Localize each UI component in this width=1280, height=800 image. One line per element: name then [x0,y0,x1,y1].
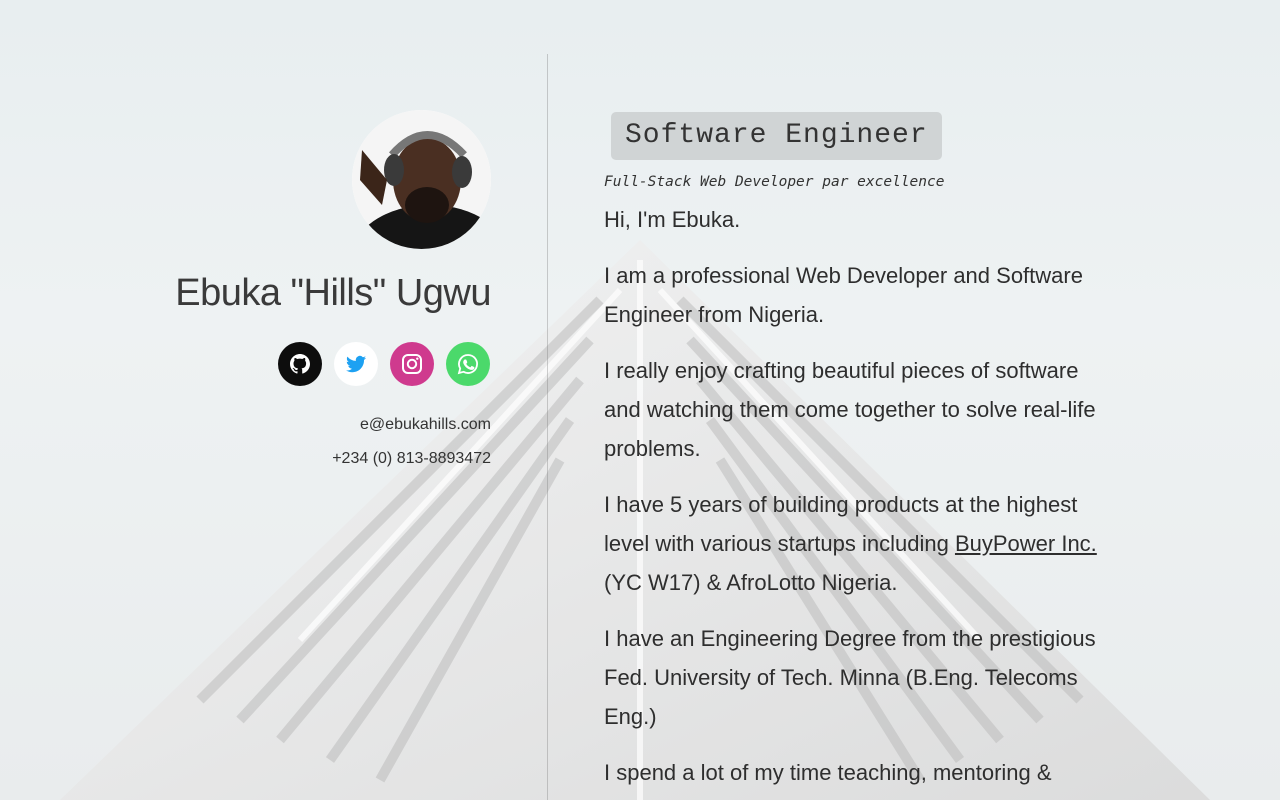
avatar-photo [352,110,491,249]
twitter-link[interactable] [334,342,378,386]
about-paragraph-2: I really enjoy crafting beautiful pieces… [604,358,1096,461]
column-divider [547,54,548,800]
social-links [278,342,490,386]
about-paragraph-1: I am a professional Web Developer and So… [604,263,1083,327]
about-paragraph-3: I have 5 years of building products at t… [604,485,1104,602]
instagram-link[interactable] [390,342,434,386]
whatsapp-link[interactable] [446,342,490,386]
whatsapp-icon [457,354,478,375]
job-subtitle: Full-Stack Web Developer par excellence [604,174,945,190]
greeting-text: Hi, I'm Ebuka. [604,207,741,232]
profile-name: Ebuka "Hills" Ugwu [175,272,491,314]
avatar [352,110,491,249]
buypower-link[interactable]: BuyPower Inc. [955,531,1097,556]
github-link[interactable] [278,342,322,386]
about-paragraph-3-end: (YC W17) & AfroLotto Nigeria. [604,570,898,595]
instagram-icon [402,354,422,374]
phone-number[interactable]: +234 (0) 813-8893472 [332,450,491,468]
twitter-icon [346,355,366,373]
about-section: Software Engineer Full-Stack Web Develop… [604,112,1104,792]
about-paragraph-5: I spend a lot of my time teaching, mento… [604,760,1052,785]
email-address[interactable]: e@ebukahills.com [360,416,491,434]
github-icon [290,354,310,374]
job-title-badge: Software Engineer [611,112,942,160]
about-paragraph-4: I have an Engineering Degree from the pr… [604,626,1096,729]
